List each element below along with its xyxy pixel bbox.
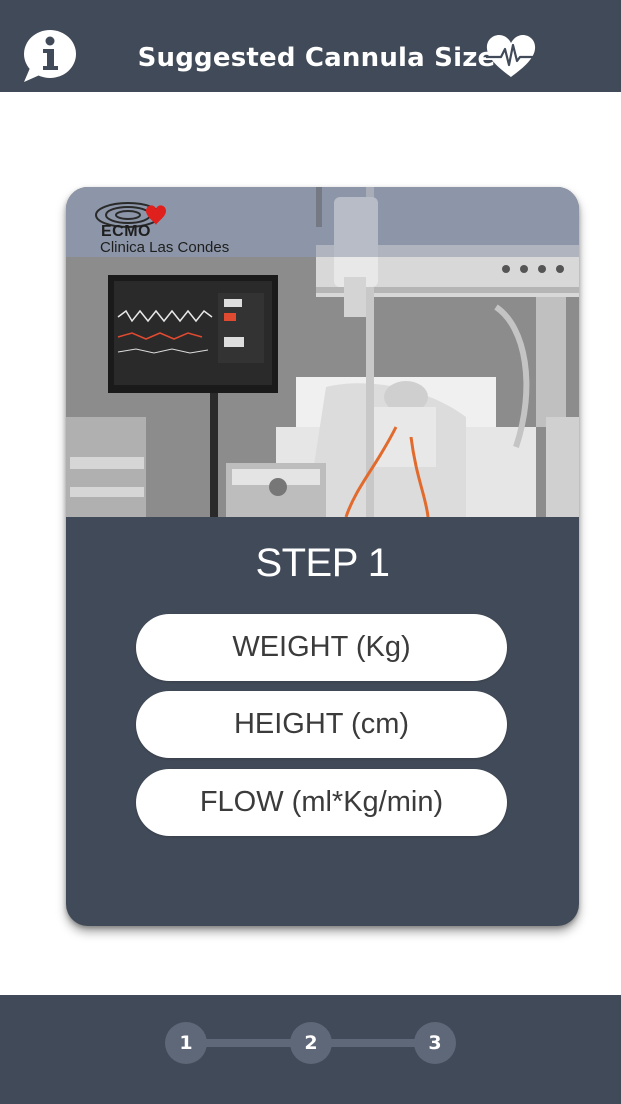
weight-button[interactable]: WEIGHT (Kg) [136, 614, 507, 681]
app-screen: Suggested Cannula Size ECMO Clinica Las … [0, 0, 621, 1104]
ecmo-logo: ECMO Clinica Las Condes [96, 195, 276, 257]
header-bar: Suggested Cannula Size [0, 0, 621, 92]
heart-pulse-icon[interactable] [484, 33, 538, 79]
step-indicator-1[interactable]: 1 [165, 1022, 207, 1064]
step-indicator-2[interactable]: 2 [290, 1022, 332, 1064]
flow-button[interactable]: FLOW (ml*Kg/min) [136, 769, 507, 836]
footer-bar: 1 2 3 [0, 995, 621, 1104]
step-card: ECMO Clinica Las Condes STEP 1 WEIGHT (K… [66, 187, 579, 926]
hospital-room-photo: ECMO Clinica Las Condes [66, 187, 579, 517]
step-indicator-3[interactable]: 3 [414, 1022, 456, 1064]
height-button[interactable]: HEIGHT (cm) [136, 691, 507, 758]
step-title: STEP 1 [255, 541, 390, 585]
logo-clinic-name: Clinica Las Condes [100, 239, 230, 256]
